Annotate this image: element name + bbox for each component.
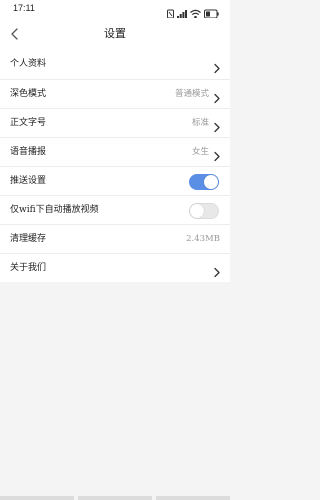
row-label: 关于我们: [10, 263, 47, 273]
status-icons: [167, 4, 219, 19]
chevron-right-icon: [212, 59, 222, 74]
row-label: 清理缓存: [10, 234, 47, 244]
toggle-knob: [204, 175, 218, 189]
nav-segment: [78, 496, 152, 500]
settings-row-clear-cache[interactable]: 清理缓存 2.43MB: [0, 224, 230, 253]
settings-row-voice[interactable]: 语音播报 女生: [0, 137, 230, 166]
row-label: 仅wifi下自动播放视频: [10, 205, 99, 215]
row-value: 普通模式: [174, 89, 209, 99]
wifi-icon: [190, 4, 201, 19]
battery-icon: [204, 4, 219, 19]
row-label: 推送设置: [10, 176, 47, 186]
row-label: 个人资料: [10, 59, 47, 69]
toggle-knob: [190, 204, 204, 218]
navigation-bar: [0, 496, 230, 500]
cache-size-value: 2.43MB: [186, 234, 220, 244]
settings-row-wifi-autoplay: 仅wifi下自动播放视频: [0, 195, 230, 224]
settings-row-font-size[interactable]: 正文字号 标准: [0, 108, 230, 137]
status-time: 17:11: [13, 3, 35, 13]
row-label: 正文字号: [10, 118, 47, 128]
status-bar: 17:11: [0, 0, 230, 19]
nav-bar: 设置: [0, 18, 230, 50]
chevron-right-icon: [212, 147, 222, 162]
settings-row-dark-mode[interactable]: 深色模式 普通模式: [0, 79, 230, 108]
nfc-icon: [167, 4, 174, 19]
settings-row-push: 推送设置: [0, 166, 230, 195]
settings-list: 个人资料 深色模式 普通模式 正文字号 标准 语音播报 女生 推送设置 仅wif…: [0, 50, 230, 282]
page-title: 设置: [104, 27, 126, 40]
settings-row-about[interactable]: 关于我们: [0, 253, 230, 282]
row-value: 女生: [191, 147, 209, 157]
row-label: 深色模式: [10, 89, 47, 99]
chevron-right-icon: [212, 118, 222, 133]
settings-screen: 17:11 设置 个人资料 深色模式 普通模式 正文字号 标准 语音播报 女生 …: [0, 0, 230, 500]
chevron-right-icon: [212, 89, 222, 104]
push-toggle[interactable]: [189, 174, 219, 190]
row-label: 语音播报: [10, 147, 47, 157]
nav-segment: [156, 496, 230, 500]
wifi-autoplay-toggle[interactable]: [189, 203, 219, 219]
nav-segment: [0, 496, 74, 500]
row-value: 标准: [191, 118, 209, 128]
settings-row-profile[interactable]: 个人资料: [0, 50, 230, 79]
chevron-right-icon: [212, 263, 222, 278]
signal-icon: [177, 4, 187, 19]
